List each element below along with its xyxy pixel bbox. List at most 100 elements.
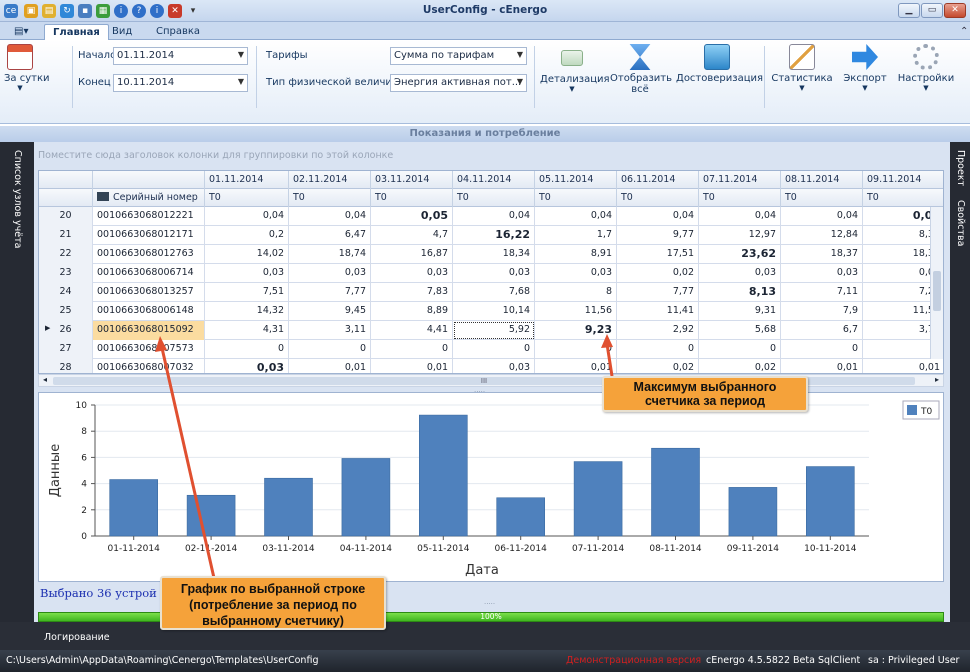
group-by-hint[interactable]: Поместите сюда заголовок колонки для гру… [38,150,393,161]
value-cell[interactable]: 0,01 [371,359,453,373]
value-cell[interactable]: 0,03 [205,359,289,373]
value-cell[interactable]: 2,92 [617,321,699,340]
value-cell[interactable]: 0,02 [617,264,699,283]
value-cell[interactable]: 9,77 [617,226,699,245]
validate-button[interactable]: Достоверизация [676,44,763,84]
value-cell[interactable]: 14,32 [205,302,289,321]
value-cell[interactable]: 7,51 [205,283,289,302]
value-cell[interactable]: 0 [535,340,617,359]
detail-button[interactable]: Детализация ▼ [540,44,610,93]
value-cell[interactable]: 0,03 [289,264,371,283]
value-cell[interactable]: 0,04 [205,207,289,226]
column-header-date[interactable]: 07.11.2014 [699,171,781,189]
value-cell[interactable]: 18,37 [781,245,863,264]
value-cell[interactable]: 0,02 [617,359,699,373]
serial-cell[interactable]: 0010663068006148 [93,302,205,321]
value-cell[interactable]: 0,04 [289,207,371,226]
row-number[interactable]: 27 [39,340,93,359]
column-header-date[interactable]: 06.11.2014 [617,171,699,189]
value-cell[interactable]: 11,56 [535,302,617,321]
statistics-button[interactable]: Статистика ▼ [770,44,834,92]
column-header-date[interactable]: 01.11.2014 [205,171,289,189]
log-tab[interactable]: Логирование [44,632,110,643]
serial-cell[interactable]: 0010663068013257 [93,283,205,302]
value-cell[interactable]: 4,7 [371,226,453,245]
table-row[interactable]: 20 0010663068012221 0,04 0,04 0,05 0,04 0,04 0,… [39,207,940,226]
value-cell[interactable]: 7,11 [781,283,863,302]
minimize-button[interactable]: ▁ [898,3,920,18]
serial-cell[interactable]: 0010663068006714 [93,264,205,283]
column-subheader-tariff[interactable]: T0 [205,189,289,207]
value-cell[interactable]: 0 [617,340,699,359]
serial-cell[interactable]: 0010663068007573 [93,340,205,359]
value-cell[interactable]: 8,13 [699,283,781,302]
row-number[interactable]: ▶ 26 [39,321,93,340]
maximize-button[interactable]: ▭ [921,3,943,18]
ribbon-collapse-icon[interactable]: ⌃ [952,24,970,40]
value-cell[interactable]: 10,14 [453,302,535,321]
value-cell[interactable]: 0,01 [781,359,863,373]
column-subheader-tariff[interactable]: T0 [699,189,781,207]
value-cell[interactable]: 18,74 [289,245,371,264]
value-cell[interactable]: 0,03 [371,264,453,283]
end-date-combo[interactable]: 10.11.2014 ▼ [113,74,248,92]
period-day-button[interactable]: За сутки ▼ [4,44,50,92]
value-cell[interactable]: 0,03 [453,264,535,283]
value-cell[interactable]: 0,03 [453,359,535,373]
value-cell[interactable]: 0,02 [699,359,781,373]
table-row[interactable]: 270010663068007573000000000 [39,340,940,359]
quantity-type-combo[interactable]: Энергия активная пот... ▼ [390,74,527,92]
show-all-button[interactable]: Отобразить всё [610,44,672,95]
value-cell[interactable]: 16,22 [453,226,535,245]
grid-vertical-scrollbar[interactable] [930,207,943,359]
start-date-combo[interactable]: 01.11.2014 ▼ [113,47,248,65]
value-cell[interactable]: 0,04 [453,207,535,226]
scroll-thumb[interactable] [933,271,941,311]
value-cell[interactable]: 9,23 [535,321,617,340]
value-cell[interactable]: 7,9 [781,302,863,321]
value-cell[interactable]: 0,04 [617,207,699,226]
row-number[interactable]: 23 [39,264,93,283]
value-cell[interactable]: 14,02 [205,245,289,264]
value-cell[interactable]: 8 [535,283,617,302]
tab-help[interactable]: Справка [148,24,208,40]
value-cell[interactable]: 0,03 [781,264,863,283]
serial-cell[interactable]: 0010663068015092 [93,321,205,340]
value-cell[interactable]: 6,47 [289,226,371,245]
value-cell[interactable]: 0,04 [781,207,863,226]
value-cell[interactable]: 11,41 [617,302,699,321]
table-row[interactable]: 25 0010663068006148 14,32 9,45 8,89 10,14 11,5… [39,302,940,321]
column-subheader-tariff[interactable]: T0 [863,189,943,207]
value-cell[interactable]: 0,03 [205,264,289,283]
value-cell[interactable]: 0 [453,340,535,359]
value-cell[interactable]: 7,68 [453,283,535,302]
table-row[interactable]: 24 0010663068013257 7,51 7,77 7,83 7,68 8 7,77 8… [39,283,940,302]
scroll-left-icon[interactable]: ◂ [43,375,47,384]
tab-home[interactable]: Главная [44,24,109,40]
close-button[interactable]: ✕ [944,3,966,18]
app-menu-button[interactable]: ▤▾ [6,24,36,40]
export-button[interactable]: Экспорт ▼ [840,44,890,92]
value-cell[interactable]: 0,03 [699,264,781,283]
row-number[interactable]: 21 [39,226,93,245]
table-row[interactable]: 23 0010663068006714 0,03 0,03 0,03 0,03 0,03 0,… [39,264,940,283]
value-cell[interactable]: 17,51 [617,245,699,264]
grid-horizontal-scrollbar[interactable]: ◂ III ▸ [38,374,944,387]
column-header-date[interactable]: 02.11.2014 [289,171,371,189]
table-row[interactable]: 21 0010663068012171 0,2 6,47 4,7 16,22 1,7 9,77… [39,226,940,245]
tariffs-combo[interactable]: Сумма по тарифам ▼ [390,47,527,65]
value-cell[interactable]: 6,7 [781,321,863,340]
value-cell[interactable]: 23,62 [699,245,781,264]
value-cell[interactable]: 0,01 [289,359,371,373]
value-cell[interactable]: 0 [699,340,781,359]
value-cell[interactable]: 0 [781,340,863,359]
value-cell[interactable]: 8,89 [371,302,453,321]
column-subheader-tariff[interactable]: T0 [453,189,535,207]
nodes-list-tab[interactable]: Список узлов учёта [12,150,23,248]
column-subheader-tariff[interactable]: T0 [289,189,371,207]
value-cell[interactable]: 18,34 [453,245,535,264]
column-header-date[interactable]: 08.11.2014 [781,171,863,189]
serial-cell[interactable]: 0010663068012221 [93,207,205,226]
row-number[interactable]: 20 [39,207,93,226]
properties-tab[interactable]: Свойства [955,200,966,246]
